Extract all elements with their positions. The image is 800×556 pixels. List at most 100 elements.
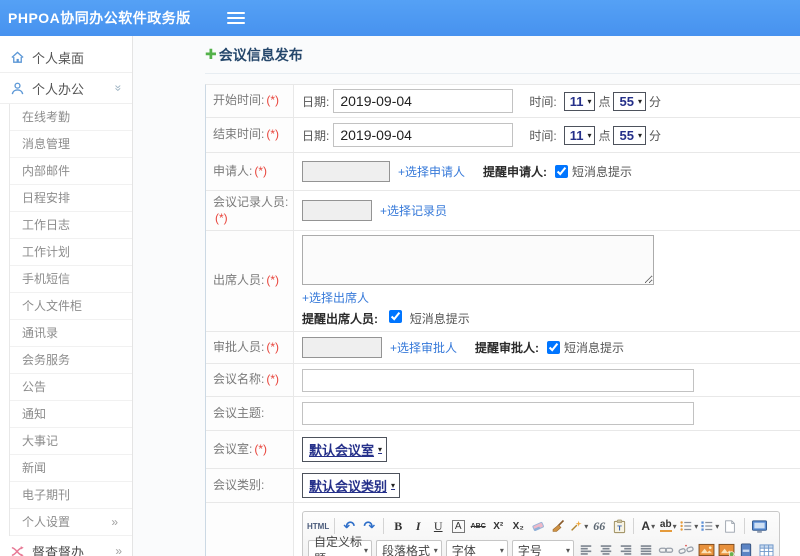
form-row-meeting-category: 会议类别: 默认会议类别 ▾	[206, 469, 800, 504]
subscript-icon[interactable]: X₂	[509, 517, 527, 535]
choose-approver-link[interactable]: +选择审批人	[390, 339, 457, 356]
superscript-icon[interactable]: X²	[489, 517, 507, 535]
start-date-input[interactable]	[333, 89, 514, 113]
page-header: ✚ 会议信息发布	[205, 36, 800, 74]
form-row-attendees: 出席人员: (*) +选择出席人 提醒出席人员: 短消息提示	[206, 231, 800, 333]
insert-media-icon[interactable]	[737, 541, 755, 556]
format-brush-icon[interactable]	[549, 517, 567, 535]
ordered-list-icon[interactable]: ▾	[679, 517, 698, 535]
font-family-select[interactable]: 字体 ▾	[445, 540, 508, 556]
sidebar-item-supervision[interactable]: 督查督办 »	[0, 536, 132, 556]
editor-toolbar: HTML ↶ ↷ B I U A ABC X² X₂ ▾ 66 T A ▾ ab…	[302, 511, 780, 556]
meeting-subject-input[interactable]	[302, 402, 694, 426]
choose-applicant-link[interactable]: +选择申请人	[398, 163, 465, 180]
auto-format-icon[interactable]: ▾	[569, 517, 588, 535]
attendees-textarea[interactable]	[302, 235, 654, 286]
meeting-category-select[interactable]: 默认会议类别 ▾	[302, 473, 401, 499]
align-right-icon[interactable]	[617, 541, 635, 556]
sidebar-item-work-log[interactable]: 工作日志	[10, 212, 132, 239]
sidebar-item-news[interactable]: 新闻	[10, 455, 132, 482]
sidebar-item-e-journal[interactable]: 电子期刊	[10, 482, 132, 509]
insert-image-icon[interactable]	[697, 541, 715, 556]
sms-remind-checkbox[interactable]	[389, 310, 403, 324]
form-row-start-time: 开始时间:(*) 日期: 时间: 11▾ 点 55▾ 分	[206, 85, 800, 118]
hamburger-icon[interactable]	[226, 9, 245, 27]
user-icon	[11, 82, 24, 94]
form-row-content-editor: HTML ↶ ↷ B I U A ABC X² X₂ ▾ 66 T A ▾ ab…	[206, 503, 800, 556]
caret-down-icon: ▾	[499, 545, 504, 555]
paste-text-icon[interactable]: T	[610, 517, 628, 535]
sidebar-item-office[interactable]: 个人办公 »	[0, 73, 132, 104]
date-label: 日期:	[302, 94, 330, 109]
italic-icon[interactable]: I	[409, 517, 427, 535]
applicant-input[interactable]	[302, 161, 390, 182]
recorder-input[interactable]	[302, 200, 372, 222]
heading-select[interactable]: 自定义标题▾	[308, 535, 372, 556]
sidebar-item-sms[interactable]: 手机短信	[10, 266, 132, 293]
font-color-icon[interactable]: A ▾	[639, 517, 657, 535]
required-mark: (*)	[266, 339, 280, 354]
sidebar-item-attendance[interactable]: 在线考勤	[10, 104, 132, 131]
end-minute-select[interactable]: 55 ▾	[613, 125, 646, 145]
form-row-approver: 审批人员: (*) +选择审批人 提醒审批人: 短消息提示	[206, 332, 800, 365]
font-background-icon[interactable]: A	[451, 519, 465, 533]
meeting-room-select[interactable]: 默认会议室 ▾	[302, 437, 388, 463]
field-label: 开始时间:	[213, 93, 265, 108]
sms-remind-checkbox[interactable]	[555, 165, 569, 178]
start-hour-select[interactable]: 11 ▾	[563, 91, 596, 111]
sidebar-item-internal-mail[interactable]: 内部邮件	[10, 158, 132, 185]
font-size-select[interactable]: 字号 ▾	[511, 540, 575, 556]
insert-table-icon[interactable]	[757, 541, 775, 556]
underline-icon[interactable]: U	[429, 517, 447, 535]
eraser-icon[interactable]	[529, 517, 547, 535]
paragraph-format-select[interactable]: 段落格式 ▾	[375, 540, 442, 556]
fullscreen-icon[interactable]	[750, 517, 768, 535]
link-icon[interactable]	[657, 541, 675, 556]
date-label: 日期:	[302, 128, 330, 143]
choose-recorder-link[interactable]: +选择记录员	[380, 202, 447, 219]
align-center-icon[interactable]	[597, 541, 615, 556]
sidebar-item-desktop[interactable]: 个人桌面	[0, 42, 132, 73]
new-page-icon[interactable]	[721, 517, 739, 535]
sidebar-item-announcement[interactable]: 公告	[10, 374, 132, 401]
caret-down-icon: ▾	[587, 130, 592, 140]
choose-attendees-link[interactable]: +选择出席人	[302, 289, 369, 306]
remind-attendees-label: 提醒出席人员:	[302, 312, 378, 327]
field-label: 出席人员:	[213, 273, 265, 288]
sidebar-item-contacts[interactable]: 通讯录	[10, 320, 132, 347]
app-title: PHPOA协同办公软件政务版	[8, 10, 191, 26]
sidebar-item-work-plan[interactable]: 工作计划	[10, 239, 132, 266]
sidebar-item-memorabilia[interactable]: 大事记	[10, 428, 132, 455]
required-mark: (*)	[266, 273, 280, 288]
caret-down-icon: ▾	[694, 521, 699, 531]
sidebar-item-meeting-service[interactable]: 会务服务	[10, 347, 132, 374]
meeting-name-input[interactable]	[302, 368, 694, 392]
sidebar-item-personal-settings[interactable]: 个人设置 »	[10, 509, 132, 536]
field-label: 会议名称:	[213, 372, 265, 387]
blockquote-icon[interactable]: 66	[590, 517, 608, 535]
upload-image-icon[interactable]	[717, 541, 735, 556]
sidebar-item-schedule[interactable]: 日程安排	[10, 185, 132, 212]
end-hour-select[interactable]: 11 ▾	[563, 125, 596, 145]
caret-down-icon: ▾	[637, 130, 642, 140]
end-date-input[interactable]	[333, 123, 514, 147]
start-minute-select[interactable]: 55 ▾	[613, 91, 646, 111]
align-justify-icon[interactable]	[637, 541, 655, 556]
required-mark: (*)	[254, 441, 268, 456]
strikethrough-icon[interactable]: ABC	[469, 517, 487, 535]
sidebar-submenu: 在线考勤 消息管理 内部邮件 日程安排 工作日志 工作计划 手机短信 个人文件柜…	[9, 104, 132, 536]
sidebar: 个人桌面 个人办公 » 在线考勤 消息管理 内部邮件 日程安排 工作日志 工作计…	[0, 36, 133, 556]
approver-input[interactable]	[302, 337, 382, 359]
unordered-list-icon[interactable]: ▾	[700, 517, 719, 535]
page-title: 会议信息发布	[218, 46, 303, 63]
topbar: PHPOA协同办公软件政务版	[0, 0, 800, 36]
sms-remind-checkbox[interactable]	[547, 341, 561, 355]
svg-text:T: T	[617, 523, 622, 532]
highlight-icon[interactable]: ab ▾	[659, 517, 677, 535]
align-left-icon[interactable]	[577, 541, 595, 556]
sidebar-item-messages[interactable]: 消息管理	[10, 131, 132, 158]
sidebar-item-notice[interactable]: 通知	[10, 401, 132, 428]
unlink-icon[interactable]	[677, 541, 695, 556]
sidebar-item-file-cabinet[interactable]: 个人文件柜	[10, 293, 132, 320]
bold-icon[interactable]: B	[389, 517, 407, 535]
